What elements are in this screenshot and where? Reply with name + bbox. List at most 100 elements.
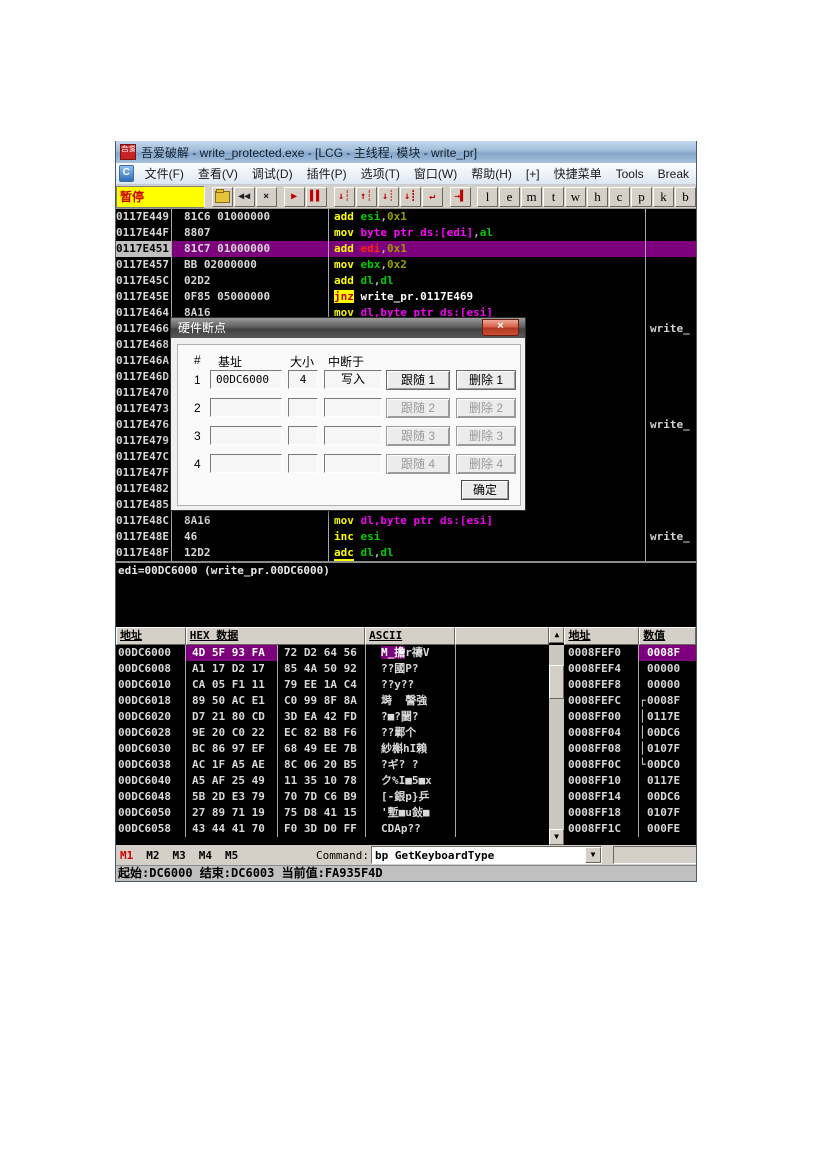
menu-item-0[interactable]: 文件(F)	[138, 165, 191, 182]
disasm-row[interactable]: 0117E451 81C7 01000000 add edi,0x1	[116, 241, 696, 257]
toolbar-letter-c[interactable]: c	[609, 186, 630, 207]
dump-row[interactable]: 00DC6050 27 89 71 19 75 D8 41 15 '塹■u鈙■	[116, 805, 549, 821]
toolbar-letter-t[interactable]: t	[543, 186, 564, 207]
break-on-field[interactable]: 写入	[324, 370, 382, 389]
stack-row[interactable]: 0008FF08 │ 0107F	[564, 741, 696, 757]
dump-row[interactable]: 00DC6028 9E 20 C0 22 EC 82 B8 F6 ??鄿个	[116, 725, 549, 741]
menu-item-8[interactable]: 快捷菜单	[547, 165, 609, 182]
toolbar-button-animate-over-icon[interactable]: ↓┋	[399, 186, 421, 207]
size-field[interactable]	[288, 426, 318, 445]
dump-header-address[interactable]: 地址	[116, 627, 186, 645]
dump-row[interactable]: 00DC6020 D7 21 80 CD 3D EA 42 FD ?■?闄?	[116, 709, 549, 725]
base-address-field[interactable]	[210, 398, 282, 417]
combo-dropdown-icon[interactable]: ▼	[585, 847, 601, 863]
base-address-field[interactable]	[210, 426, 282, 445]
dump-row[interactable]: 00DC6058 43 44 41 70 F0 3D D0 FF CDAp??	[116, 821, 549, 837]
toolbar-button-rewind-icon[interactable]: ◀◀	[233, 186, 255, 207]
toolbar-button-close-icon[interactable]: ×	[255, 186, 277, 207]
break-on-field[interactable]	[324, 398, 382, 417]
base-address-field[interactable]	[210, 454, 282, 473]
stack-header-value[interactable]: 数值	[639, 627, 696, 645]
stack-row[interactable]: 0008FF00 │ 0117E	[564, 709, 696, 725]
toolbar-letter-b[interactable]: b	[675, 186, 696, 207]
size-field[interactable]: 4	[288, 370, 318, 389]
dump-scroll-down-icon[interactable]: ▼	[549, 829, 565, 845]
toolbar-button-step-into-icon[interactable]: ↓┆	[333, 186, 355, 207]
toolbar-letter-e[interactable]: e	[499, 186, 520, 207]
toolbar-letter-m[interactable]: m	[521, 186, 542, 207]
dump-row[interactable]: 00DC6038 AC 1F A5 AE 8C 06 20 B5 ?ギ? ?	[116, 757, 549, 773]
toolbar-button-execute-till-user-icon[interactable]: →▌	[449, 186, 471, 207]
command-input[interactable]: bp GetKeyboardType	[372, 849, 585, 862]
memory-tab-M4[interactable]: M4	[199, 849, 212, 862]
command-combobox[interactable]: bp GetKeyboardType ▼	[371, 846, 602, 864]
menu-item-2[interactable]: 调试(D)	[245, 165, 300, 182]
menu-item-6[interactable]: 帮助(H)	[464, 165, 519, 182]
memory-tab-M5[interactable]: M5	[225, 849, 238, 862]
stack-row[interactable]: 0008FF14 00DC6	[564, 789, 696, 805]
toolbar-button-pause-icon[interactable]: ▌▌	[305, 186, 327, 207]
stack-row[interactable]: 0008FF0C └ 00DC0	[564, 757, 696, 773]
dump-row[interactable]: 00DC6040 A5 AF 25 49 11 35 10 78 ク%I■5■x	[116, 773, 549, 789]
menu-item-3[interactable]: 插件(P)	[300, 165, 354, 182]
break-on-field[interactable]	[324, 426, 382, 445]
title-bar[interactable]: 吾愛 吾爱破解 - write_protected.exe - [LCG - 主…	[116, 141, 696, 163]
toolbar-letter-p[interactable]: p	[631, 186, 652, 207]
mdi-child-icon[interactable]: C	[119, 165, 134, 182]
memory-tab-M1[interactable]: M1	[120, 849, 133, 862]
stack-row[interactable]: 0008FEF0 0008F	[564, 645, 696, 661]
memory-tab-M2[interactable]: M2	[146, 849, 159, 862]
menu-item-4[interactable]: 选项(T)	[354, 165, 407, 182]
disasm-row[interactable]: 0117E45C 02D2 add dl,dl	[116, 273, 696, 289]
toolbar-letter-k[interactable]: k	[653, 186, 674, 207]
memory-tab-M3[interactable]: M3	[173, 849, 186, 862]
dump-scroll-up-icon[interactable]: ▲	[549, 627, 565, 643]
toolbar-button-step-over-icon[interactable]: ↑┆	[355, 186, 377, 207]
dump-row[interactable]: 00DC6000 4D 5F 93 FA 72 D2 64 56 M_擔r禱V	[116, 645, 549, 661]
toolbar-letter-h[interactable]: h	[587, 186, 608, 207]
menu-item-10[interactable]: Break	[651, 167, 696, 181]
dialog-close-icon[interactable]: ×	[482, 319, 519, 336]
stack-header-address[interactable]: 地址	[564, 627, 640, 645]
dump-header-ascii[interactable]: ASCII	[365, 627, 455, 645]
disasm-row[interactable]: 0117E48C 8A16 mov dl,byte ptr ds:[esi]	[116, 513, 696, 529]
stack-row[interactable]: 0008FEFC ┌ 0008F	[564, 693, 696, 709]
size-field[interactable]	[288, 454, 318, 473]
disasm-row[interactable]: 0117E44F 8807 mov byte ptr ds:[edi],al	[116, 225, 696, 241]
dump-header-hex[interactable]: HEX 数据	[185, 627, 366, 645]
dump-row[interactable]: 00DC6010 CA 05 F1 11 79 EE 1A C4 ??y??	[116, 677, 549, 693]
dump-row[interactable]: 00DC6008 A1 17 D2 17 85 4A 50 92 ??國P?	[116, 661, 549, 677]
toolbar-button-open-file-icon[interactable]	[211, 186, 233, 207]
menu-item-1[interactable]: 查看(V)	[191, 165, 245, 182]
toolbar-button-execute-till-return-icon[interactable]: ↵	[421, 186, 443, 207]
dump-row[interactable]: 00DC6048 5B 2D E3 79 70 7D C6 B9 [-銀p}乒	[116, 789, 549, 805]
toolbar-button-run-icon[interactable]: ▶	[283, 186, 305, 207]
dump-row[interactable]: 00DC6018 89 50 AC E1 C0 99 8F 8A 塒 謦強	[116, 693, 549, 709]
menu-item-5[interactable]: 窗口(W)	[407, 165, 464, 182]
dialog-title-bar[interactable]: 硬件断点 ×	[171, 318, 525, 338]
dump-row[interactable]: 00DC6030 BC 86 97 EF 68 49 EE 7B 紗槲hI賴	[116, 741, 549, 757]
toolbar-letter-w[interactable]: w	[565, 186, 586, 207]
disasm-row[interactable]: 0117E48F 12D2 adc dl,dl	[116, 545, 696, 561]
dump-scroll-thumb[interactable]	[549, 665, 565, 699]
size-field[interactable]	[288, 398, 318, 417]
break-on-field[interactable]	[324, 454, 382, 473]
base-address-field[interactable]: 00DC6000	[210, 370, 282, 389]
stack-row[interactable]: 0008FF04 │ 00DC6	[564, 725, 696, 741]
follow-button-1[interactable]: 跟随 1	[386, 370, 450, 390]
menu-item-7[interactable]: [+]	[519, 167, 547, 181]
stack-row[interactable]: 0008FEF4 00000	[564, 661, 696, 677]
disasm-row[interactable]: 0117E45E 0F85 05000000 jnz write_pr.0117E4…	[116, 289, 696, 305]
dump-scrollbar[interactable]: ▼	[549, 645, 565, 845]
disasm-row[interactable]: 0117E449 81C6 01000000 add esi,0x1	[116, 209, 696, 225]
ok-button[interactable]: 确定	[461, 480, 509, 500]
toolbar-button-animate-into-icon[interactable]: ↓┊	[377, 186, 399, 207]
stack-row[interactable]: 0008FF10 0117E	[564, 773, 696, 789]
delete-button-1[interactable]: 删除 1	[456, 370, 516, 390]
menu-item-9[interactable]: Tools	[609, 167, 651, 181]
stack-row[interactable]: 0008FF18 0107F	[564, 805, 696, 821]
toolbar-letter-l[interactable]: l	[477, 186, 498, 207]
disasm-row[interactable]: 0117E48E 46 inc esi write_	[116, 529, 696, 545]
stack-row[interactable]: 0008FF1C 000FE	[564, 821, 696, 837]
stack-row[interactable]: 0008FEF8 00000	[564, 677, 696, 693]
